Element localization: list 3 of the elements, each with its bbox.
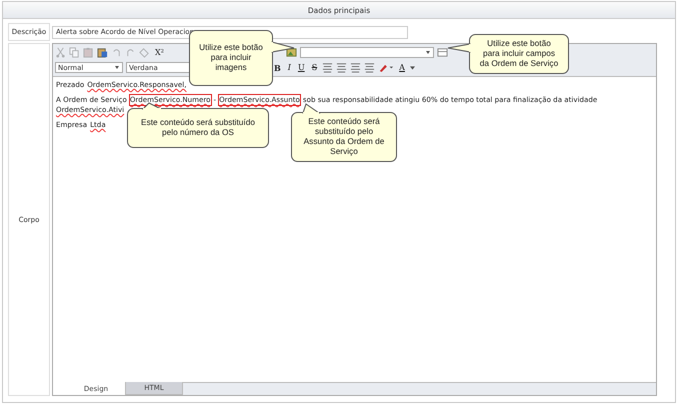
callout-tooltip: Este conteúdo será substituído pelo Assunto da Ordem de Serviço — [291, 103, 397, 162]
callout-tooltip: Este conteúdo será substituído pelo número da OS — [127, 102, 269, 148]
callout-tooltip: Utilize este botão para incluir campos da Ordem de Serviço — [447, 34, 569, 74]
